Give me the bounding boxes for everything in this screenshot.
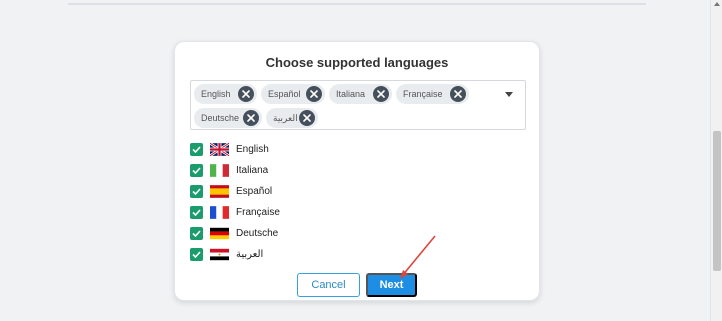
scroll-thumb[interactable] [713, 131, 721, 271]
language-row-espanol[interactable]: Español [190, 183, 272, 199]
chip-francaise: Française [396, 84, 469, 104]
uk-flag-icon [210, 142, 229, 156]
language-label: العربية [236, 248, 264, 260]
language-dialog: Choose supported languages English Españ… [174, 41, 540, 301]
checkbox-deutsche[interactable] [190, 226, 203, 240]
cancel-button[interactable]: Cancel [297, 273, 360, 297]
chip-english: English [194, 84, 257, 104]
chip-deutsche: Deutsche [194, 108, 262, 128]
chevron-down-icon[interactable] [505, 92, 513, 97]
language-label: Español [236, 185, 273, 197]
remove-chip-icon[interactable] [238, 86, 254, 102]
next-button[interactable]: Next [366, 273, 417, 297]
chip-label: Español [268, 89, 301, 99]
page-scrollbar[interactable] [710, 0, 722, 321]
language-label: English [236, 143, 269, 155]
chip-italiana: Italiana [329, 84, 392, 104]
language-label: Française [236, 206, 280, 218]
language-label: Deutsche [236, 227, 279, 239]
checkbox-english[interactable] [190, 142, 203, 156]
checkbox-arabic[interactable] [190, 247, 203, 261]
chip-label: Deutsche [201, 113, 240, 123]
france-flag-icon [210, 205, 229, 219]
header-divider [68, 3, 646, 5]
chip-espanol: Español [261, 84, 325, 104]
dialog-title: Choose supported languages [265, 55, 449, 70]
scroll-up-icon[interactable] [714, 2, 720, 6]
checkbox-francaise[interactable] [190, 205, 203, 219]
language-row-english[interactable]: English [190, 141, 269, 157]
germany-flag-icon [210, 227, 229, 239]
remove-chip-icon[interactable] [306, 86, 322, 102]
checkbox-italiana[interactable] [190, 163, 203, 177]
spain-flag-icon [210, 184, 229, 198]
egypt-flag-icon [210, 248, 229, 260]
chip-label: العربية [273, 112, 298, 123]
chip-label: English [201, 89, 231, 99]
remove-chip-icon[interactable] [373, 86, 389, 102]
remove-chip-icon[interactable] [243, 110, 259, 126]
language-row-arabic[interactable]: العربية [190, 246, 263, 262]
italy-flag-icon [210, 163, 229, 177]
chip-label: Italiana [336, 89, 366, 99]
language-multiselect[interactable]: English Español Italiana Française Deuts… [190, 80, 526, 130]
remove-chip-icon[interactable] [450, 86, 466, 102]
language-row-deutsche[interactable]: Deutsche [190, 225, 278, 241]
language-label: Italiana [236, 164, 269, 176]
language-row-italiana[interactable]: Italiana [190, 162, 268, 178]
remove-chip-icon[interactable] [299, 110, 315, 126]
language-row-francaise[interactable]: Française [190, 204, 280, 220]
chip-label: Française [403, 89, 443, 99]
checkbox-espanol[interactable] [190, 184, 203, 198]
chip-arabic: العربية [266, 108, 318, 128]
